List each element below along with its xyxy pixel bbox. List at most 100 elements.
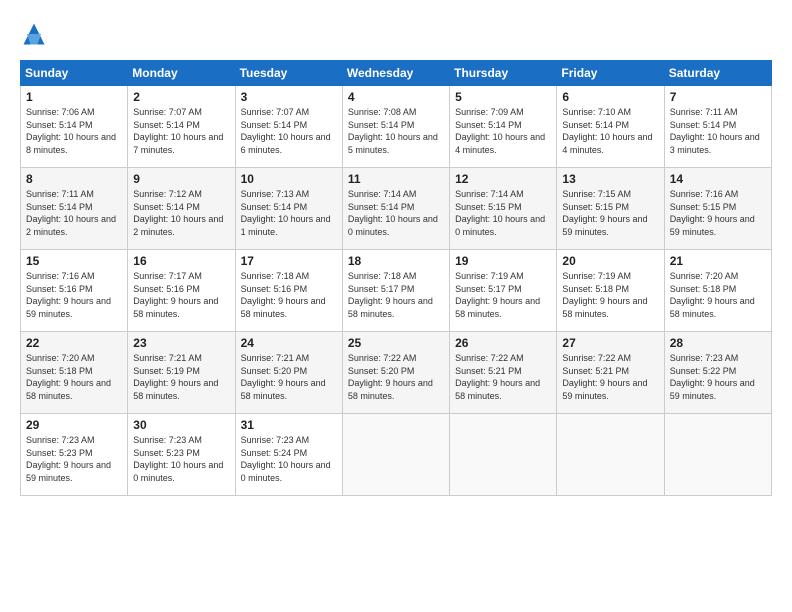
day-info: Sunrise: 7:13 AMSunset: 5:14 PMDaylight:…	[241, 189, 331, 237]
day-number: 20	[562, 254, 658, 268]
calendar-week-4: 22Sunrise: 7:20 AMSunset: 5:18 PMDayligh…	[21, 332, 772, 414]
day-number: 30	[133, 418, 229, 432]
day-number: 6	[562, 90, 658, 104]
day-number: 1	[26, 90, 122, 104]
day-number: 26	[455, 336, 551, 350]
day-number: 24	[241, 336, 337, 350]
calendar-cell: 18Sunrise: 7:18 AMSunset: 5:17 PMDayligh…	[342, 250, 449, 332]
calendar-cell: 25 Sunrise: 7:22 AMSunset: 5:20 PMDayligh…	[342, 332, 449, 414]
calendar-cell: 22Sunrise: 7:20 AMSunset: 5:18 PMDayligh…	[21, 332, 128, 414]
day-info: Sunrise: 7:07 AMSunset: 5:14 PMDaylight:…	[241, 107, 331, 155]
weekday-header-row: SundayMondayTuesdayWednesdayThursdayFrid…	[21, 61, 772, 86]
calendar-cell: 16 Sunrise: 7:17 AMSunset: 5:16 PMDayligh…	[128, 250, 235, 332]
weekday-header-saturday: Saturday	[664, 61, 771, 86]
day-info: Sunrise: 7:23 AMSunset: 5:23 PMDaylight:…	[133, 435, 223, 483]
day-number: 28	[670, 336, 766, 350]
day-info: Sunrise: 7:20 AMSunset: 5:18 PMDaylight:…	[670, 271, 755, 319]
day-info: Sunrise: 7:22 AMSunset: 5:20 PMDaylight:…	[348, 353, 433, 401]
day-number: 19	[455, 254, 551, 268]
day-number: 9	[133, 172, 229, 186]
day-info: Sunrise: 7:14 AMSunset: 5:15 PMDaylight:…	[455, 189, 545, 237]
weekday-header-wednesday: Wednesday	[342, 61, 449, 86]
day-info: Sunrise: 7:22 AMSunset: 5:21 PMDaylight:…	[562, 353, 647, 401]
calendar-cell	[342, 414, 449, 496]
weekday-header-friday: Friday	[557, 61, 664, 86]
weekday-header-thursday: Thursday	[450, 61, 557, 86]
day-number: 23	[133, 336, 229, 350]
day-info: Sunrise: 7:19 AMSunset: 5:18 PMDaylight:…	[562, 271, 647, 319]
calendar-cell: 2Sunrise: 7:07 AMSunset: 5:14 PMDaylight…	[128, 86, 235, 168]
day-number: 14	[670, 172, 766, 186]
day-info: Sunrise: 7:11 AMSunset: 5:14 PMDaylight:…	[670, 107, 760, 155]
day-info: Sunrise: 7:16 AMSunset: 5:15 PMDaylight:…	[670, 189, 755, 237]
calendar-cell: 31 Sunrise: 7:23 AMSunset: 5:24 PMDayligh…	[235, 414, 342, 496]
calendar-cell	[557, 414, 664, 496]
day-number: 12	[455, 172, 551, 186]
day-info: Sunrise: 7:18 AMSunset: 5:16 PMDaylight:…	[241, 271, 326, 319]
calendar-cell: 23 Sunrise: 7:21 AMSunset: 5:19 PMDayligh…	[128, 332, 235, 414]
day-info: Sunrise: 7:06 AMSunset: 5:14 PMDaylight:…	[26, 107, 116, 155]
calendar-cell: 20 Sunrise: 7:19 AMSunset: 5:18 PMDayligh…	[557, 250, 664, 332]
calendar-cell: 19 Sunrise: 7:19 AMSunset: 5:17 PMDayligh…	[450, 250, 557, 332]
day-info: Sunrise: 7:15 AMSunset: 5:15 PMDaylight:…	[562, 189, 647, 237]
day-info: Sunrise: 7:14 AMSunset: 5:14 PMDaylight:…	[348, 189, 438, 237]
day-number: 13	[562, 172, 658, 186]
calendar-cell: 4 Sunrise: 7:08 AMSunset: 5:14 PMDaylight…	[342, 86, 449, 168]
day-number: 18	[348, 254, 444, 268]
calendar-cell: 17 Sunrise: 7:18 AMSunset: 5:16 PMDayligh…	[235, 250, 342, 332]
day-info: Sunrise: 7:23 AMSunset: 5:22 PMDaylight:…	[670, 353, 755, 401]
calendar-cell: 21 Sunrise: 7:20 AMSunset: 5:18 PMDayligh…	[664, 250, 771, 332]
day-number: 8	[26, 172, 122, 186]
calendar-week-1: 1 Sunrise: 7:06 AMSunset: 5:14 PMDaylight…	[21, 86, 772, 168]
weekday-header-tuesday: Tuesday	[235, 61, 342, 86]
calendar-cell: 14 Sunrise: 7:16 AMSunset: 5:15 PMDayligh…	[664, 168, 771, 250]
day-number: 27	[562, 336, 658, 350]
day-number: 21	[670, 254, 766, 268]
calendar-cell: 27 Sunrise: 7:22 AMSunset: 5:21 PMDayligh…	[557, 332, 664, 414]
calendar: SundayMondayTuesdayWednesdayThursdayFrid…	[20, 60, 772, 496]
logo	[20, 20, 50, 48]
day-number: 4	[348, 90, 444, 104]
day-info: Sunrise: 7:17 AMSunset: 5:16 PMDaylight:…	[133, 271, 218, 319]
calendar-cell	[450, 414, 557, 496]
day-number: 17	[241, 254, 337, 268]
calendar-cell: 1 Sunrise: 7:06 AMSunset: 5:14 PMDaylight…	[21, 86, 128, 168]
calendar-cell	[664, 414, 771, 496]
day-info: Sunrise: 7:08 AMSunset: 5:14 PMDaylight:…	[348, 107, 438, 155]
calendar-cell: 10 Sunrise: 7:13 AMSunset: 5:14 PMDayligh…	[235, 168, 342, 250]
calendar-cell: 3 Sunrise: 7:07 AMSunset: 5:14 PMDaylight…	[235, 86, 342, 168]
calendar-cell: 13 Sunrise: 7:15 AMSunset: 5:15 PMDayligh…	[557, 168, 664, 250]
calendar-cell: 30 Sunrise: 7:23 AMSunset: 5:23 PMDayligh…	[128, 414, 235, 496]
calendar-cell: 8 Sunrise: 7:11 AMSunset: 5:14 PMDaylight…	[21, 168, 128, 250]
day-number: 3	[241, 90, 337, 104]
calendar-cell: 9 Sunrise: 7:12 AMSunset: 5:14 PMDaylight…	[128, 168, 235, 250]
header	[20, 20, 772, 48]
calendar-cell: 7Sunrise: 7:11 AMSunset: 5:14 PMDaylight…	[664, 86, 771, 168]
day-number: 25	[348, 336, 444, 350]
calendar-cell: 26Sunrise: 7:22 AMSunset: 5:21 PMDayligh…	[450, 332, 557, 414]
calendar-cell: 11Sunrise: 7:14 AMSunset: 5:14 PMDayligh…	[342, 168, 449, 250]
calendar-cell: 12 Sunrise: 7:14 AMSunset: 5:15 PMDayligh…	[450, 168, 557, 250]
logo-icon	[20, 20, 48, 48]
day-info: Sunrise: 7:11 AMSunset: 5:14 PMDaylight:…	[26, 189, 116, 237]
day-number: 22	[26, 336, 122, 350]
calendar-cell: 15Sunrise: 7:16 AMSunset: 5:16 PMDayligh…	[21, 250, 128, 332]
day-info: Sunrise: 7:10 AMSunset: 5:14 PMDaylight:…	[562, 107, 652, 155]
day-info: Sunrise: 7:21 AMSunset: 5:19 PMDaylight:…	[133, 353, 218, 401]
day-number: 16	[133, 254, 229, 268]
calendar-week-2: 8 Sunrise: 7:11 AMSunset: 5:14 PMDaylight…	[21, 168, 772, 250]
day-info: Sunrise: 7:23 AMSunset: 5:24 PMDaylight:…	[241, 435, 331, 483]
calendar-week-5: 29 Sunrise: 7:23 AMSunset: 5:23 PMDayligh…	[21, 414, 772, 496]
calendar-cell: 6 Sunrise: 7:10 AMSunset: 5:14 PMDaylight…	[557, 86, 664, 168]
day-number: 31	[241, 418, 337, 432]
weekday-header-monday: Monday	[128, 61, 235, 86]
day-info: Sunrise: 7:12 AMSunset: 5:14 PMDaylight:…	[133, 189, 223, 237]
page: SundayMondayTuesdayWednesdayThursdayFrid…	[0, 0, 792, 612]
calendar-cell: 28 Sunrise: 7:23 AMSunset: 5:22 PMDayligh…	[664, 332, 771, 414]
calendar-cell: 29Sunrise: 7:23 AMSunset: 5:23 PMDayligh…	[21, 414, 128, 496]
day-info: Sunrise: 7:19 AMSunset: 5:17 PMDaylight:…	[455, 271, 540, 319]
day-number: 5	[455, 90, 551, 104]
day-number: 29	[26, 418, 122, 432]
day-info: Sunrise: 7:07 AMSunset: 5:14 PMDaylight:…	[133, 107, 223, 155]
day-number: 10	[241, 172, 337, 186]
